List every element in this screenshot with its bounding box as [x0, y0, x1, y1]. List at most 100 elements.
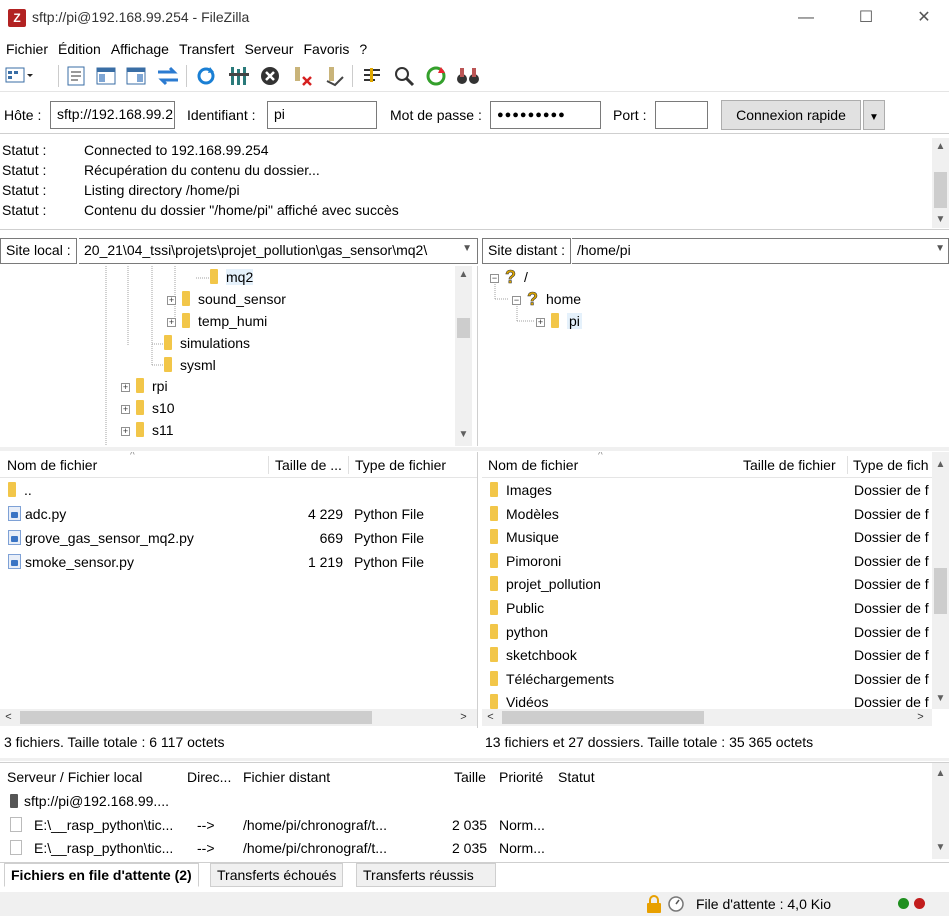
tree-node-rpi[interactable]: + rpi — [121, 375, 168, 397]
maximize-button[interactable]: ☐ — [844, 6, 888, 30]
expand-icon[interactable]: + — [121, 405, 130, 414]
remote-list-vscrollbar[interactable]: ▲ ▼ — [932, 452, 949, 709]
table-row[interactable]: E:\__rasp_python\tic... --> /home/pi/chr… — [10, 840, 930, 862]
collapse-icon[interactable]: − — [490, 274, 499, 283]
local-list-hscrollbar[interactable]: < > — [0, 709, 477, 726]
col-filetype[interactable]: Type de fichier — [355, 457, 446, 473]
scroll-down-icon[interactable]: ▼ — [932, 211, 949, 228]
disconnect-icon[interactable] — [290, 64, 314, 88]
table-row[interactable]: E:\__rasp_python\tic... --> /home/pi/chr… — [10, 817, 930, 839]
queue-scrollbar[interactable]: ▲ ▼ — [932, 763, 949, 859]
scroll-right-icon[interactable]: > — [912, 709, 929, 726]
chevron-down-icon[interactable]: ▼ — [462, 243, 472, 254]
username-input[interactable]: pi — [267, 101, 377, 129]
tree-node-s11[interactable]: + s11 — [121, 419, 174, 441]
menu-transfert[interactable]: Transfert — [175, 38, 239, 60]
col-filename[interactable]: Nom de fichier — [7, 457, 97, 473]
scroll-down-icon[interactable]: ▼ — [932, 839, 949, 856]
tree-node-mq2[interactable]: mq2 — [210, 266, 254, 288]
minimize-button[interactable]: — — [784, 6, 828, 30]
list-item[interactable]: smoke_sensor.py 1 219 Python File — [8, 550, 468, 574]
refresh-icon[interactable] — [194, 64, 218, 88]
reconnect-icon[interactable] — [322, 64, 346, 88]
menu-affichage[interactable]: Affichage — [107, 38, 173, 60]
site-manager-icon[interactable] — [4, 64, 34, 88]
queue-col-size[interactable]: Taille — [454, 769, 486, 785]
filter-icon[interactable] — [226, 64, 250, 88]
host-input[interactable]: sftp://192.168.99.2 — [50, 101, 175, 129]
directory-listing-icon[interactable] — [360, 64, 384, 88]
scroll-down-icon[interactable]: ▼ — [455, 426, 472, 443]
binoculars-icon[interactable] — [456, 64, 480, 88]
toggle-log-icon[interactable] — [64, 64, 88, 88]
list-item[interactable]: Public Dossier de f — [490, 596, 930, 620]
tree-node-sysml[interactable]: sysml — [164, 354, 216, 376]
list-item[interactable]: Musique Dossier de f — [490, 525, 930, 549]
expand-icon[interactable]: + — [167, 296, 176, 305]
cancel-operation-icon[interactable] — [258, 64, 282, 88]
scroll-up-icon[interactable]: ▲ — [932, 138, 949, 155]
list-item[interactable]: projet_pollution Dossier de f — [490, 572, 930, 596]
list-item[interactable]: grove_gas_sensor_mq2.py 669 Python File — [8, 526, 468, 550]
toggle-local-tree-icon[interactable] — [94, 64, 118, 88]
menu-favoris[interactable]: Favoris — [299, 38, 353, 60]
search-files-icon[interactable] — [392, 64, 416, 88]
log-scrollbar[interactable]: ▲ ▼ — [932, 138, 949, 228]
scroll-up-icon[interactable]: ▲ — [932, 765, 949, 782]
speed-limit-icon[interactable] — [667, 895, 685, 916]
close-button[interactable]: ✕ — [902, 6, 946, 30]
col-filename[interactable]: Nom de fichier — [488, 457, 578, 473]
list-item[interactable]: .. — [8, 478, 468, 502]
list-item[interactable]: Téléchargements Dossier de f — [490, 667, 930, 691]
toggle-remote-tree-icon[interactable] — [124, 64, 148, 88]
queue-server-row[interactable]: sftp://pi@192.168.99.... — [10, 793, 169, 809]
menu-help[interactable]: ? — [355, 38, 371, 60]
list-item[interactable]: sketchbook Dossier de f — [490, 643, 930, 667]
tree-node-home[interactable]: −? home — [512, 288, 581, 310]
col-filesize[interactable]: Taille de fichier — [743, 457, 836, 473]
menu-edition[interactable]: Édition — [54, 38, 105, 60]
tree-node-simulations[interactable]: simulations — [164, 332, 250, 354]
tree-node-s10[interactable]: + s10 — [121, 397, 175, 419]
queue-col-remote[interactable]: Fichier distant — [243, 769, 330, 785]
tab-failed-transfers[interactable]: Transferts échoués — [210, 863, 344, 887]
queue-col-priority[interactable]: Priorité — [499, 769, 543, 785]
quickconnect-button[interactable]: Connexion rapide — [721, 100, 861, 130]
tree-node-temp-humi[interactable]: + temp_humi — [167, 310, 267, 332]
local-tree-scrollbar[interactable]: ▲ ▼ — [455, 266, 472, 446]
tree-node-root[interactable]: −? / — [490, 266, 528, 288]
collapse-icon[interactable]: − — [512, 296, 521, 305]
scroll-up-icon[interactable]: ▲ — [932, 456, 949, 473]
transfer-queue-icon[interactable] — [156, 64, 180, 88]
scroll-right-icon[interactable]: > — [455, 709, 472, 726]
tab-successful-transfers[interactable]: Transferts réussis — [356, 863, 496, 887]
expand-icon[interactable]: + — [121, 427, 130, 436]
list-item[interactable]: adc.py 4 229 Python File — [8, 502, 468, 526]
chevron-down-icon[interactable]: ▼ — [935, 243, 945, 254]
tab-queued-files[interactable]: Fichiers en file d'attente (2) — [4, 863, 199, 887]
scroll-up-icon[interactable]: ▲ — [455, 266, 472, 283]
menu-fichier[interactable]: Fichier — [2, 38, 52, 60]
quickconnect-history-button[interactable]: ▼ — [863, 100, 885, 130]
expand-icon[interactable]: + — [121, 383, 130, 392]
queue-col-direction[interactable]: Direc... — [187, 769, 231, 785]
scroll-left-icon[interactable]: < — [0, 709, 17, 726]
local-path-input[interactable]: 20_21\04_tssi\projets\projet_pollution\g… — [79, 238, 478, 264]
list-item[interactable]: Modèles Dossier de f — [490, 502, 930, 526]
list-item[interactable]: Pimoroni Dossier de f — [490, 549, 930, 573]
tree-node-sound-sensor[interactable]: + sound_sensor — [167, 288, 286, 310]
list-item[interactable]: python Dossier de f — [490, 620, 930, 644]
queue-col-status[interactable]: Statut — [558, 769, 595, 785]
tree-node-pi[interactable]: + pi — [536, 310, 582, 332]
col-filetype[interactable]: Type de fich — [853, 457, 929, 473]
scroll-down-icon[interactable]: ▼ — [932, 690, 949, 707]
col-filesize[interactable]: Taille de ... — [275, 457, 342, 473]
remote-list-hscrollbar[interactable]: < > — [482, 709, 932, 726]
sync-browsing-icon[interactable] — [424, 64, 448, 88]
password-input[interactable]: ●●●●●●●●● — [490, 101, 601, 129]
expand-icon[interactable]: + — [536, 318, 545, 327]
remote-path-input[interactable]: /home/pi — [572, 238, 949, 264]
list-item[interactable]: Images Dossier de f — [490, 478, 930, 502]
scroll-left-icon[interactable]: < — [482, 709, 499, 726]
menu-serveur[interactable]: Serveur — [240, 38, 297, 60]
